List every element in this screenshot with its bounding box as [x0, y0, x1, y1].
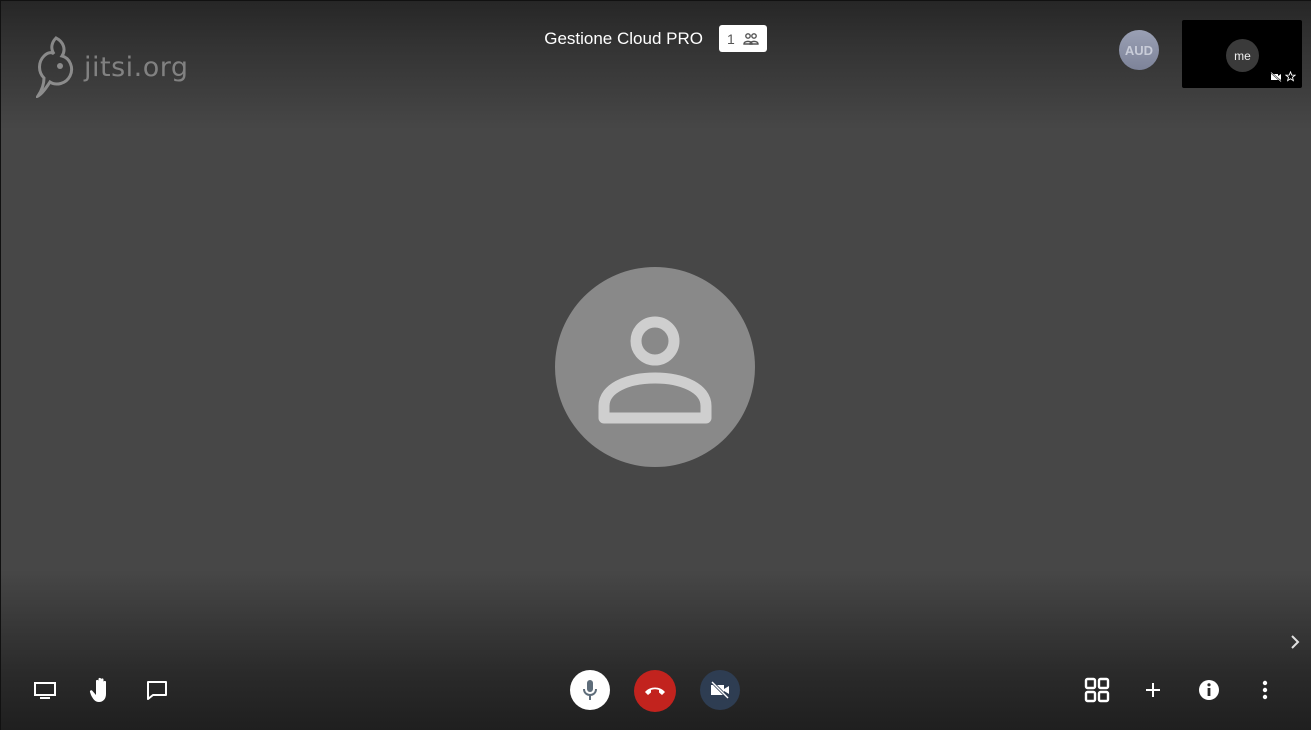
- screen-share-icon: [34, 682, 56, 699]
- participants-icon: [743, 32, 759, 45]
- screen-share-button[interactable]: [30, 676, 60, 704]
- chat-icon: [147, 681, 167, 700]
- remote-participant-avatar[interactable]: AUD: [1119, 30, 1159, 70]
- top-gradient: [0, 0, 1311, 130]
- hangup-button[interactable]: [634, 670, 676, 712]
- logo-text: jitsi.org: [84, 51, 189, 83]
- user-icon: [598, 316, 712, 424]
- conference-stage: jitsi.org Gestione Cloud PRO 1 AUD me: [0, 0, 1311, 730]
- star-icon: [1285, 71, 1296, 82]
- window-edge-top: [0, 0, 1311, 1]
- camera-off-icon: [710, 681, 730, 699]
- microphone-icon: [583, 680, 597, 700]
- info-button[interactable]: [1196, 677, 1222, 703]
- hangup-icon: [645, 687, 665, 695]
- window-edge-left: [0, 0, 1, 730]
- more-options-icon: [1262, 680, 1268, 700]
- more-options-button[interactable]: [1254, 678, 1276, 702]
- chat-button[interactable]: [142, 676, 172, 704]
- camera-toggle-button[interactable]: [700, 670, 740, 710]
- tile-view-icon: [1084, 677, 1110, 703]
- conference-header: Gestione Cloud PRO 1: [0, 25, 1311, 52]
- video-muted-icon: [1270, 71, 1282, 82]
- microphone-button[interactable]: [570, 670, 610, 710]
- raise-hand-button[interactable]: [87, 674, 117, 706]
- invite-button[interactable]: [1141, 678, 1165, 702]
- participant-count-badge[interactable]: 1: [718, 25, 767, 52]
- tile-view-button[interactable]: [1083, 676, 1111, 704]
- info-icon: [1199, 680, 1219, 700]
- remote-participant-initials: AUD: [1124, 42, 1154, 58]
- plus-icon: [1146, 683, 1160, 697]
- participant-count: 1: [726, 30, 735, 47]
- chevron-right-icon: [1291, 635, 1300, 649]
- local-video-tile[interactable]: me: [1182, 20, 1302, 88]
- filmstrip-toggle[interactable]: [1287, 632, 1303, 652]
- conference-title: Gestione Cloud PRO: [544, 28, 703, 48]
- local-status-icons: [1270, 71, 1296, 82]
- raise-hand-icon: [89, 677, 106, 702]
- local-avatar: me: [1226, 39, 1259, 72]
- dominant-speaker-avatar: [555, 267, 755, 467]
- local-avatar-label: me: [1234, 48, 1251, 63]
